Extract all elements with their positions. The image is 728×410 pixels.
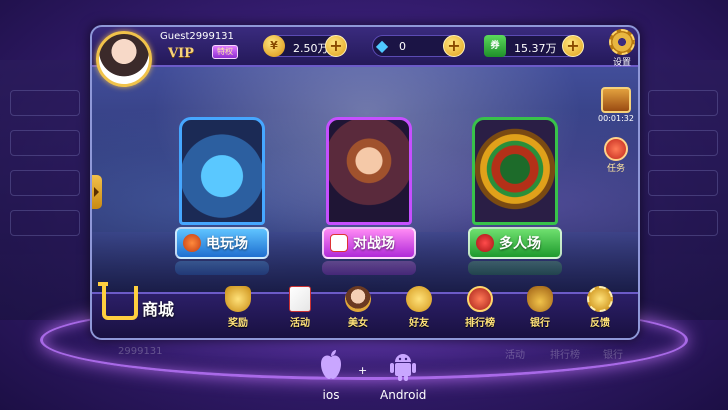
ticket-counter: 券 15.37万 + [484, 35, 584, 57]
battle-room-button[interactable]: 对战场 [322, 227, 416, 259]
nav-item-label: 活动 [290, 318, 310, 329]
button-reflection [175, 261, 269, 275]
shop-button[interactable]: 商城 [98, 282, 175, 320]
playing-card-icon [330, 234, 348, 252]
task-button[interactable]: 任务 [600, 137, 632, 174]
diamond-counter: ◆ 0 + [372, 35, 465, 57]
ghost-label-2: 排行榜 [550, 350, 580, 361]
backdrop-right-panel [633, 60, 728, 320]
button-reflection [468, 261, 562, 275]
game-lobby-screen: Guest2999131 VIP 特权 ¥ 2.50万 + ◆ 0 + 券 15… [90, 25, 640, 340]
moneybag-icon [527, 286, 553, 312]
ghost-label-3: 银行 [603, 350, 623, 361]
nav-item-beauty[interactable]: 美女 [336, 286, 380, 329]
feedback-icon [587, 286, 613, 312]
bottom-nav-bar: 商城 奖励 活动 美女 好友 排行榜 银行 反馈 [92, 282, 638, 338]
android-label: Android [380, 388, 427, 402]
multiplayer-room-button[interactable]: 多人场 [468, 227, 562, 259]
ghost-balance: 2999131 [118, 346, 163, 357]
ticket-value: 15.37万 [514, 42, 557, 55]
nav-item-label: 反馈 [590, 318, 610, 329]
arcade-room-button[interactable]: 电玩场 [175, 227, 269, 259]
button-reflection [322, 261, 416, 275]
avatar[interactable] [96, 31, 152, 87]
top-bar: Guest2999131 VIP 特权 ¥ 2.50万 + ◆ 0 + 券 15… [92, 27, 638, 68]
battle-room-label: 对战场 [353, 236, 395, 252]
treasure-chest-icon [601, 87, 631, 113]
girl-icon [345, 286, 371, 312]
treasure-chest-button[interactable]: 00:01:32 [598, 87, 634, 123]
arcade-room-label: 电玩场 [206, 236, 248, 252]
ranking-icon [467, 286, 493, 312]
coin-icon: ¥ [263, 35, 285, 57]
game-room-arcade[interactable]: 电玩场 [172, 117, 272, 275]
game-room-multiplayer[interactable]: 多人场 [465, 117, 565, 275]
apple-icon [321, 350, 341, 379]
settings-label: 设置 [612, 58, 631, 68]
shop-label: 商城 [142, 300, 175, 319]
add-diamond-button[interactable]: + [443, 35, 465, 57]
joystick-icon [476, 234, 494, 252]
nav-item-events[interactable]: 活动 [278, 286, 322, 329]
fish-game-icon [183, 234, 201, 252]
nav-item-label: 美女 [348, 318, 368, 329]
vip-privilege-badge[interactable]: 特权 [212, 45, 238, 59]
platform-separator: + [358, 364, 368, 377]
nav-item-ranking[interactable]: 排行榜 [458, 286, 502, 329]
trophy-icon [225, 286, 251, 312]
diamond-value: 0 [399, 40, 406, 53]
task-icon [604, 137, 628, 161]
roulette-wheel-image [472, 117, 558, 225]
gear-icon [609, 29, 635, 55]
add-ticket-button[interactable]: + [562, 35, 584, 57]
android-icon [390, 354, 417, 381]
nav-item-bank[interactable]: 银行 [518, 286, 562, 329]
cards-icon [289, 286, 311, 312]
dealer-character-image [326, 117, 412, 225]
side-expand-tab[interactable] [92, 175, 102, 209]
nav-item-rewards[interactable]: 奖励 [216, 286, 260, 329]
ios-label: ios [322, 388, 340, 402]
nav-item-label: 奖励 [228, 318, 248, 329]
backdrop-left-panel [0, 60, 95, 320]
shopping-cart-icon [98, 282, 138, 320]
multiplayer-room-label: 多人场 [499, 236, 541, 252]
gold-value: 2.50万 [293, 42, 329, 55]
nav-item-friends[interactable]: 好友 [397, 286, 441, 329]
gold-counter: ¥ 2.50万 + [263, 35, 347, 57]
game-room-battle[interactable]: 对战场 [319, 117, 419, 275]
chest-timer: 00:01:32 [598, 114, 634, 123]
vip-label: VIP [168, 46, 194, 61]
shark-character-image [179, 117, 265, 225]
nav-item-label: 银行 [530, 318, 550, 329]
guest-name: Guest2999131 [160, 31, 234, 42]
nav-item-label: 排行榜 [465, 318, 495, 329]
settings-button[interactable]: 设置 [606, 29, 638, 68]
nav-item-label: 好友 [409, 318, 429, 329]
ghost-label-1: 活动 [505, 350, 525, 361]
nav-item-feedback[interactable]: 反馈 [578, 286, 622, 329]
diamond-icon: ◆ [375, 36, 389, 55]
ticket-icon: 券 [484, 35, 506, 57]
ios-platform: ios [316, 348, 346, 402]
add-gold-button[interactable]: + [325, 35, 347, 57]
task-label: 任务 [606, 164, 625, 174]
friends-icon [406, 286, 432, 312]
android-platform: Android [380, 348, 426, 402]
